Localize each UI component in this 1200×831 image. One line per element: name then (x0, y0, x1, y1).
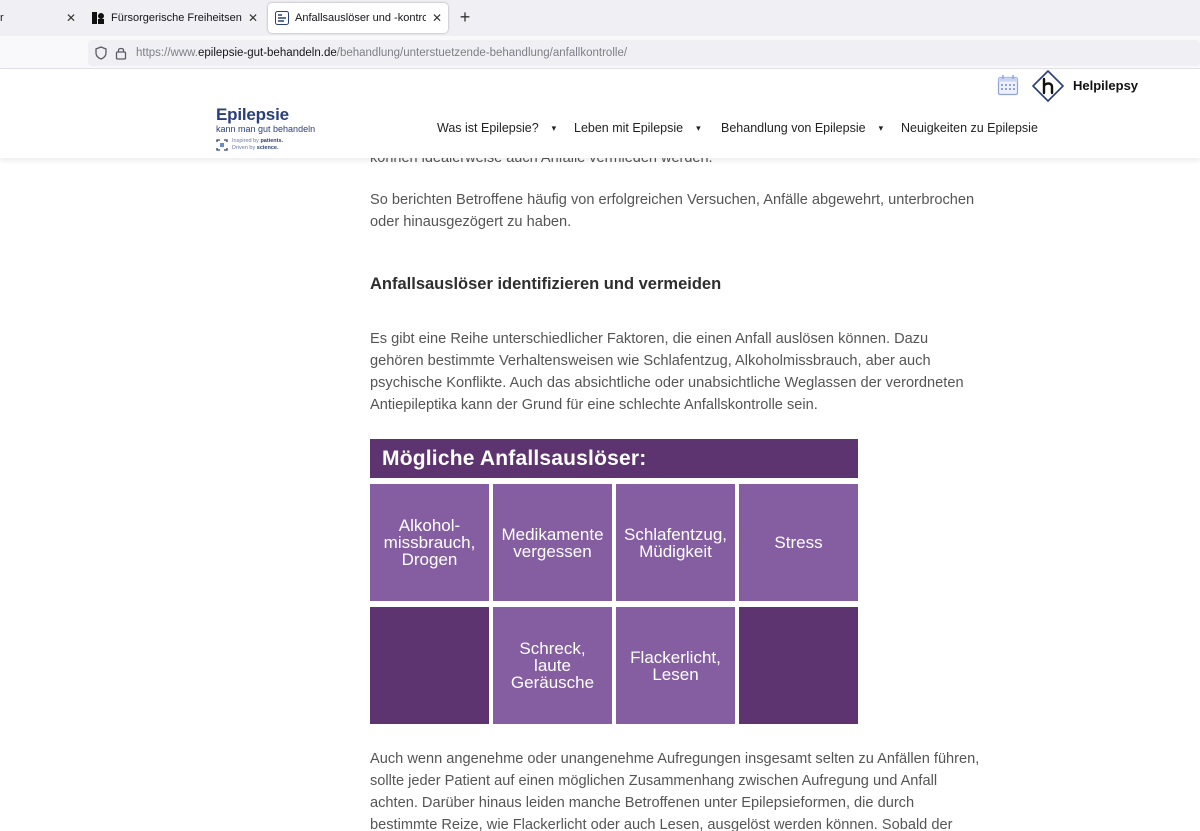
nav-label: Was ist Epilepsie? (437, 121, 539, 135)
paragraph-factors: Es gibt eine Reihe unterschiedlicher Fak… (370, 331, 964, 413)
epilepsie-favicon-icon (275, 11, 289, 25)
tagline-text: Inspired by (232, 138, 261, 144)
triggers-infographic: Mögliche Anfallsauslöser: Alkohol- missb… (370, 439, 858, 725)
browser-tab-1[interactable]: r ✕ (0, 3, 78, 33)
nav-label: Behandlung von Epilepsie (721, 121, 866, 135)
nav-item-behandlung[interactable]: Behandlung von Epilepsie ▾ (721, 121, 883, 135)
helpilepsy-link[interactable]: Helpilepsy (1073, 78, 1138, 93)
close-icon[interactable]: ✕ (430, 11, 444, 25)
new-tab-plus-icon[interactable]: + (456, 8, 474, 28)
chevron-down-icon[interactable]: ▾ (879, 123, 884, 134)
trigger-cell-alcohol: Alkohol- missbrauch, Drogen (370, 484, 489, 601)
paragraph-intro: So berichten Betroffene häufig von erfol… (370, 192, 975, 230)
logo-subtitle: kann man gut behandeln (216, 124, 316, 134)
tab-label: r (0, 12, 4, 24)
browser-tab-bar: r ✕ Fürsorgerische Freiheitsentziehung ✕… (0, 0, 1200, 36)
url-prefix: https://www. (136, 47, 198, 59)
cell-label: Schreck, laute Geräusche (510, 639, 595, 692)
paragraph-excitement: Auch wenn angenehme oder unangenehme Auf… (370, 751, 980, 831)
browser-tab-2[interactable]: Fürsorgerische Freiheitsentziehung ✕ (88, 3, 260, 33)
url-path: /behandlung/unterstuetzende-behandlung/a… (336, 47, 628, 59)
trigger-cell-sleep: Schlafentzug, Müdigkeit (616, 484, 735, 601)
logo-mark-icon (216, 138, 228, 151)
logo-tagline: Inspired by patients. Driven by science. (216, 138, 336, 151)
close-icon[interactable]: ✕ (246, 11, 260, 25)
trigger-cell-shock: Schreck, laute Geräusche (493, 607, 612, 724)
cell-label: Stress (774, 533, 823, 552)
url-host: epilepsie-gut-behandeln.de (198, 47, 337, 59)
section-heading: Anfallsauslöser identifizieren und verme… (370, 275, 722, 293)
lock-icon[interactable] (114, 46, 128, 60)
chevron-down-icon[interactable]: ▾ (696, 123, 701, 134)
logo-title: Epilepsie (216, 105, 289, 124)
site-header: Epilepsie kann man gut behandeln Inspire… (0, 69, 1200, 158)
tab-label: Fürsorgerische Freiheitsentziehung (111, 12, 242, 24)
nav-item-leben-mit-epilepsie[interactable]: Leben mit Epilepsie ▾ (574, 121, 701, 135)
close-icon[interactable]: ✕ (64, 11, 78, 25)
trigger-cell-empty-right (739, 607, 858, 724)
helpilepsy-logo-icon[interactable] (1032, 70, 1064, 102)
shield-icon[interactable] (94, 46, 108, 60)
nav-item-was-ist-epilepsie[interactable]: Was ist Epilepsie? ▾ (437, 121, 556, 135)
site-logo[interactable]: Epilepsie kann man gut behandeln Inspire… (216, 106, 336, 151)
cell-label: Schlafentzug, Müdigkeit (623, 524, 727, 561)
nav-label: Leben mit Epilepsie (574, 121, 684, 135)
page-favicon-icon (92, 12, 104, 24)
calendar-icon[interactable] (997, 74, 1019, 96)
trigger-cell-stress: Stress (739, 484, 858, 601)
cell-label: Alkohol- missbrauch, Drogen (383, 516, 476, 569)
tagline-bold: science. (256, 144, 279, 151)
browser-toolbar: https://www.epilepsie-gut-behandeln.de/b… (0, 36, 1200, 69)
url-text[interactable]: https://www.epilepsie-gut-behandeln.de/b… (136, 47, 627, 59)
cell-label: Flackerlicht, Lesen (630, 647, 721, 684)
browser-tab-3[interactable]: Anfallsauslöser und -kontrolle bei Epile… (268, 3, 448, 33)
address-bar[interactable]: https://www.epilepsie-gut-behandeln.de/b… (88, 40, 1200, 66)
trigger-cell-flicker: Flackerlicht, Lesen (616, 607, 735, 724)
cell-label: Medikamente vergessen (501, 524, 604, 561)
tab-label: Anfallsauslöser und -kontrolle bei Epile… (295, 12, 426, 24)
infographic-title: Mögliche Anfallsauslöser: (370, 439, 858, 478)
nav-item-neuigkeiten[interactable]: Neuigkeiten zu Epilepsie (901, 121, 1038, 135)
tagline-text: Driven by (232, 144, 257, 151)
nav-label: Neuigkeiten zu Epilepsie (901, 121, 1038, 135)
tagline-bold: patients. (260, 138, 284, 144)
trigger-cell-medication: Medikamente vergessen (493, 484, 612, 601)
chevron-down-icon[interactable]: ▾ (552, 123, 557, 134)
trigger-cell-empty-left (370, 607, 489, 724)
